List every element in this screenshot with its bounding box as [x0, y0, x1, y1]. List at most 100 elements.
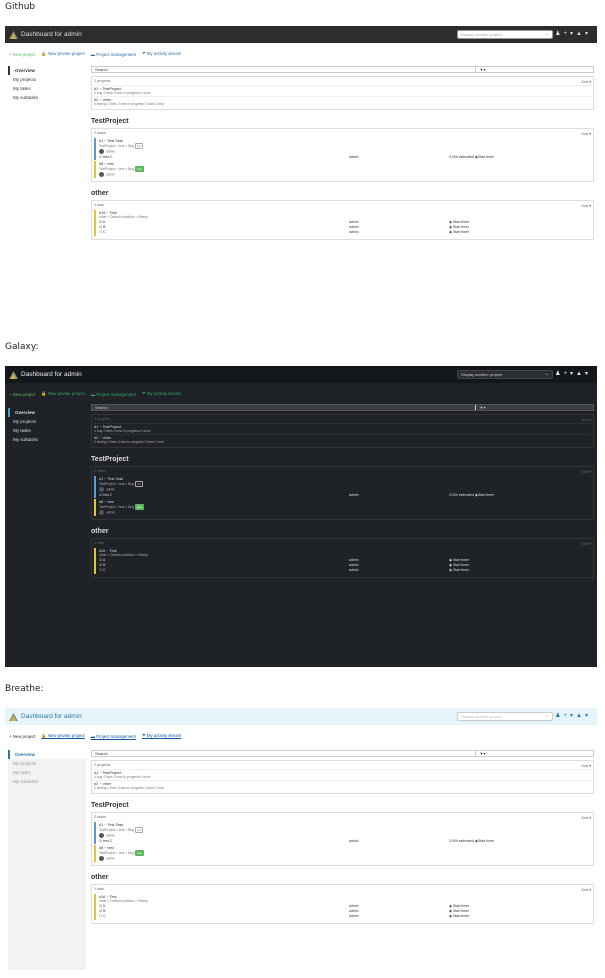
project-management-link[interactable]: ▬ Project management	[91, 734, 136, 739]
tag-badge[interactable]: test	[134, 166, 144, 173]
logo-icon	[9, 712, 18, 721]
new-project-button[interactable]: + New project	[9, 734, 35, 739]
bell-icon[interactable]: ♟	[555, 713, 563, 719]
project-select[interactable]: Display another project ⌄	[457, 30, 553, 39]
list-item[interactable]: #1 ~ TestProject 4 bug 4 fixes 0 new in p…	[94, 85, 591, 96]
sort-button[interactable]: Sort ▾	[581, 469, 591, 474]
plus-icon[interactable]: +▾	[564, 371, 577, 377]
filter-icon[interactable]: ▼▾	[475, 405, 489, 410]
sort-button[interactable]: Sort ▾	[581, 79, 591, 84]
filter-icon[interactable]: ▼▾	[475, 67, 489, 72]
new-private-project-link[interactable]: 🔒 New private project	[41, 391, 84, 397]
task-card[interactable]: #16 ~ Test other > Default workflow > Re…	[94, 210, 591, 236]
bell-icon[interactable]: ♟	[555, 371, 563, 377]
task-card[interactable]: #8 ~ test TestProject > test > Bug test …	[94, 499, 591, 517]
section-title: TestProject	[91, 802, 129, 809]
sidebar-item-my-tasks[interactable]: My tasks	[8, 768, 86, 777]
search-input[interactable]: Search ▼▾	[91, 750, 594, 757]
nav-icons[interactable]: ♟+▾▲▾	[555, 30, 591, 37]
sidebar-item-my-projects[interactable]: My projects	[8, 417, 86, 426]
sidebar-item-overview[interactable]: Overview	[8, 408, 86, 417]
sort-button[interactable]: Sort ▾	[581, 203, 591, 208]
new-project-button[interactable]: + New project	[9, 52, 35, 57]
activity-stream-link[interactable]: ☂ My activity stream	[142, 391, 181, 397]
activity-stream-link[interactable]: ☂ My activity stream	[142, 733, 181, 739]
task-card[interactable]: #1 ~ Test Task TestProject > test > Bug …	[94, 822, 591, 845]
task-card[interactable]: #8 ~ test TestProject > test > Bug test …	[94, 845, 591, 863]
task-card[interactable]: #1 ~ Test Task TestProject > test > Bug …	[94, 476, 591, 499]
sort-button[interactable]: Sort ▾	[581, 887, 591, 892]
nav-icons[interactable]: ♟+▾▲▾	[555, 370, 591, 377]
sort-button[interactable]: Sort ▾	[581, 417, 591, 422]
bell-icon[interactable]: ♟	[555, 31, 563, 37]
task-card[interactable]: #8 ~ test TestProject > test > Bug test …	[94, 161, 591, 179]
avatar	[99, 510, 104, 516]
tag-badge[interactable]: cnt	[134, 143, 143, 149]
app-title[interactable]: Dashboard for admin	[21, 371, 82, 378]
avatar	[99, 149, 104, 154]
projects-panel: 2 projects Sort ▾ #1 ~ TestProject 4 bug 4…	[91, 760, 594, 794]
action-bar: + New project 🔒 New private project ▬ Pr…	[9, 391, 181, 397]
subtask-row[interactable]: ☐ Cadmin ◉ Start timer	[99, 568, 588, 573]
list-item[interactable]: #1 ~ TestProject 4 bug 4 fixes 0 new in p…	[94, 423, 591, 434]
project-management-link[interactable]: ▬ Project management	[91, 392, 136, 397]
project-select[interactable]: Display another project ⌄	[457, 370, 553, 379]
app-title[interactable]: Dashboard for admin	[21, 31, 82, 38]
sidebar-item-my-subtasks[interactable]: My subtasks	[8, 435, 86, 444]
chevron-down-icon: ⌄	[544, 371, 549, 377]
activity-stream-link[interactable]: ☂ My activity stream	[142, 51, 181, 57]
sidebar-item-overview[interactable]: Overview	[8, 750, 86, 759]
main-content: Search ▼▾ 2 projects Sort ▾ #1 ~ TestProje…	[91, 750, 594, 924]
user-icon[interactable]: ▲▾	[576, 371, 591, 377]
tag-badge[interactable]: test	[134, 850, 144, 857]
sidebar-item-my-subtasks[interactable]: My subtasks	[8, 777, 86, 786]
action-bar: + New project 🔒 New private project ▬ Pr…	[9, 733, 181, 739]
screenshot-galaxy: Dashboard for admin Display another proj…	[5, 366, 597, 667]
sidebar-item-my-projects[interactable]: My projects	[8, 75, 86, 84]
sidebar-item-my-tasks[interactable]: My tasks	[8, 426, 86, 435]
sidebar-item-my-subtasks[interactable]: My subtasks	[8, 93, 86, 102]
chevron-down-icon: ⌄	[544, 713, 549, 719]
new-project-button[interactable]: + New project	[9, 392, 35, 397]
plus-icon[interactable]: +▾	[564, 31, 577, 37]
navbar: Dashboard for admin Display another proj…	[5, 708, 597, 725]
sort-button[interactable]: Sort ▾	[581, 763, 591, 768]
list-item[interactable]: #2 ~ other 0 testing 1 fixes 0 new in pro…	[94, 780, 591, 791]
list-item[interactable]: #2 ~ other 0 testing 1 fixes 0 new in pro…	[94, 96, 591, 107]
filter-icon[interactable]: ▼▾	[475, 751, 489, 756]
tag-badge[interactable]: cnt	[134, 827, 143, 833]
task-card[interactable]: #16 ~ Test other > Default workflow > Re…	[94, 894, 591, 920]
user-icon[interactable]: ▲▾	[576, 31, 591, 37]
sidebar-item-my-tasks[interactable]: My tasks	[8, 84, 86, 93]
new-private-project-link[interactable]: 🔒 New private project	[41, 51, 84, 57]
sidebar-item-overview[interactable]: Overview	[8, 66, 86, 75]
sidebar-item-my-projects[interactable]: My projects	[8, 759, 86, 768]
list-item[interactable]: #1 ~ TestProject 4 bug 4 fixes 0 new in p…	[94, 769, 591, 780]
sort-button[interactable]: Sort ▾	[581, 541, 591, 546]
main-content: Search ▼▾ 2 projects Sort ▾ #1 ~ TestProje…	[91, 66, 594, 240]
search-input[interactable]: Search ▼▾	[91, 404, 594, 411]
subtask-row[interactable]: ☐ Cadmin ◉ Start timer	[99, 230, 588, 235]
tasks-panel: 1 task Sort ▾ #16 ~ Test other > Default …	[91, 200, 594, 240]
nav-icons[interactable]: ♟+▾▲▾	[555, 712, 591, 719]
sort-button[interactable]: Sort ▾	[581, 131, 591, 136]
task-card[interactable]: #16 ~ Test other > Default workflow > Re…	[94, 548, 591, 574]
list-item[interactable]: #2 ~ other 0 testing 1 fixes 0 new in pro…	[94, 434, 591, 445]
sort-button[interactable]: Sort ▾	[581, 815, 591, 820]
section-title: other	[91, 528, 109, 536]
new-private-project-link[interactable]: 🔒 New private project	[41, 733, 84, 739]
search-input[interactable]: Search ▼▾	[91, 66, 594, 73]
avatar	[99, 833, 104, 838]
subtask-row[interactable]: ☐ Cadmin ◉ Start timer	[99, 914, 588, 919]
task-card[interactable]: #1 ~ Test Task TestProject > test > Bug …	[94, 138, 591, 161]
section-title: other	[91, 190, 109, 198]
plus-icon[interactable]: +▾	[564, 713, 577, 719]
app-title[interactable]: Dashboard for admin	[21, 713, 82, 720]
project-management-link[interactable]: ▬ Project management	[91, 52, 136, 57]
avatar	[99, 856, 104, 862]
project-select[interactable]: Display another project ⌄	[457, 712, 553, 721]
sidebar: Overview My projects My tasks My subtask…	[8, 750, 86, 970]
tag-badge[interactable]: test	[134, 504, 144, 511]
tag-badge[interactable]: cnt	[134, 481, 143, 487]
user-icon[interactable]: ▲▾	[576, 713, 591, 719]
